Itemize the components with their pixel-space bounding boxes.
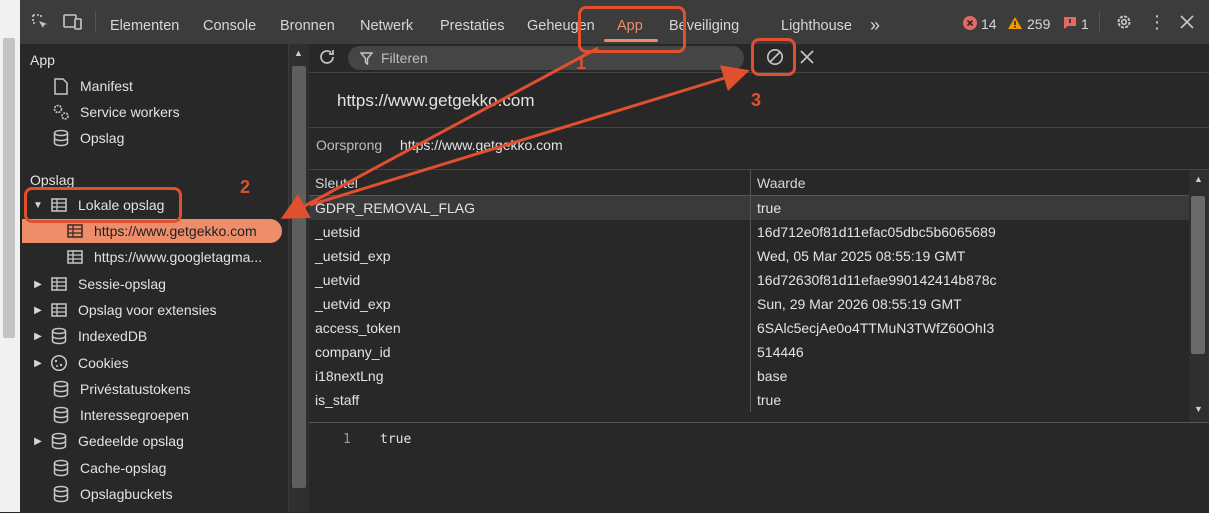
annotation-arrows	[280, 46, 750, 219]
arrow-local-storage-to-clear	[309, 65, 750, 207]
